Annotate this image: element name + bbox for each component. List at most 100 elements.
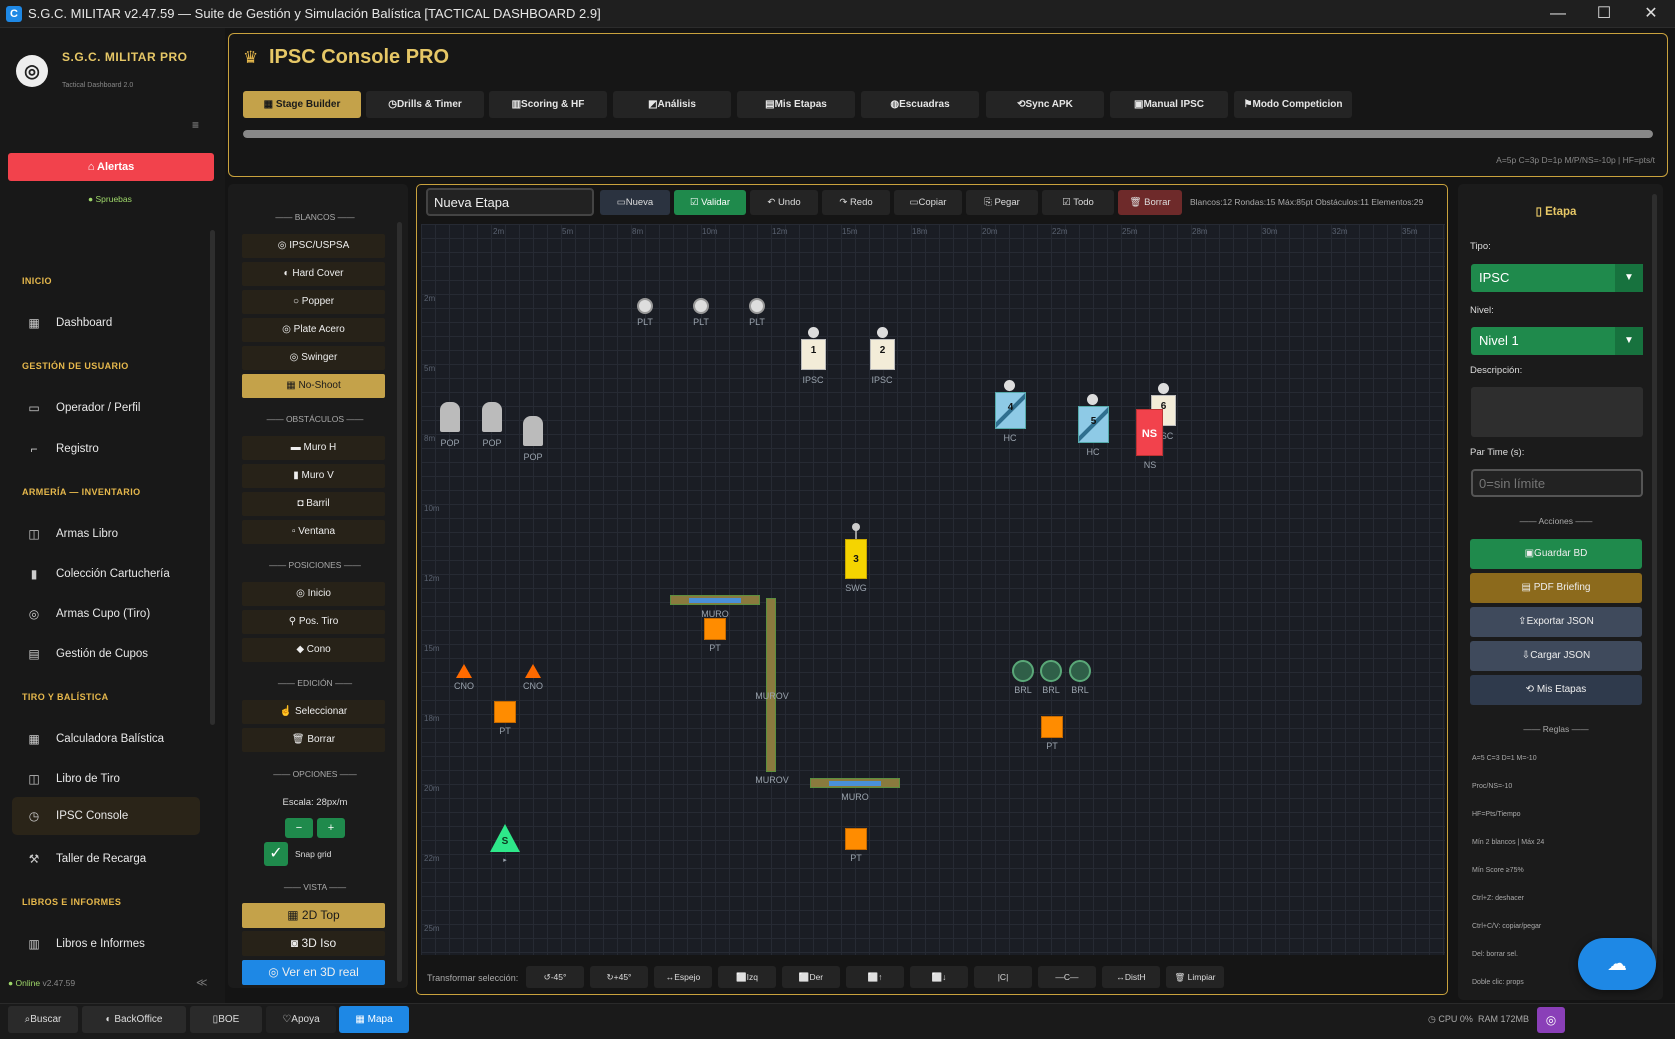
rotate-right-button[interactable]: ↻+45°: [590, 966, 648, 988]
theme-icon[interactable]: ◎: [1537, 1007, 1565, 1033]
tab-analisis[interactable]: ◩Análisis: [613, 91, 731, 118]
palette-muro-v-button[interactable]: ▮ Muro V: [242, 464, 385, 488]
swinger-target[interactable]: 3: [845, 539, 867, 579]
steel-plate-target[interactable]: [749, 298, 765, 314]
tab-mis-etapas[interactable]: ▤Mis Etapas: [737, 91, 855, 118]
palette-borrar-button[interactable]: 🗑 Borrar: [242, 728, 385, 752]
mirror-button[interactable]: ↔Espejo: [654, 966, 712, 988]
nueva-button[interactable]: ▭Nueva: [600, 190, 670, 215]
hard-cover-target[interactable]: 5: [1078, 406, 1109, 443]
sidebar-item-registro[interactable]: ⌐ Registro: [12, 431, 200, 467]
sidebar-item-libro-tiro[interactable]: ◫ Libro de Tiro: [12, 761, 200, 797]
popper-target[interactable]: [482, 402, 502, 432]
barrel-obstacle[interactable]: [1012, 660, 1034, 682]
sidebar-item-calculadora[interactable]: ▦ Calculadora Balística: [12, 721, 200, 757]
align-left-button[interactable]: ⬜Izq: [718, 966, 776, 988]
stage-grid[interactable]: [421, 224, 1445, 955]
apoya-button[interactable]: ♡Apoya: [266, 1006, 336, 1033]
view-2d-top-button[interactable]: ▦ 2D Top: [242, 903, 385, 928]
palette-scrollbar[interactable]: [397, 222, 402, 982]
palette-pos-tiro-button[interactable]: ⚲ Pos. Tiro: [242, 610, 385, 634]
barrel-obstacle[interactable]: [1040, 660, 1062, 682]
steel-plate-target[interactable]: [693, 298, 709, 314]
shooting-position[interactable]: [494, 701, 516, 723]
align-top-button[interactable]: ⬜↑: [846, 966, 904, 988]
tab-scoring-hf[interactable]: ▥Scoring & HF: [489, 91, 607, 118]
palette-ipsc-button[interactable]: ◎ IPSC/USPSA: [242, 234, 385, 258]
mapa-button[interactable]: ▦ Mapa: [339, 1006, 409, 1033]
descripcion-textarea[interactable]: [1471, 387, 1643, 437]
sidebar-item-armas-cupo[interactable]: ◎ Armas Cupo (Tiro): [12, 596, 200, 632]
sidebar-item-ipsc[interactable]: ◷ IPSC Console: [12, 797, 200, 835]
shooting-position[interactable]: [1041, 716, 1063, 738]
align-right-button[interactable]: ⬜Der: [782, 966, 840, 988]
close-button[interactable]: ✕: [1640, 3, 1662, 25]
maximize-button[interactable]: ☐: [1593, 3, 1615, 25]
tab-escuadras[interactable]: ◍Escuadras: [861, 91, 979, 118]
collapse-sidebar-icon[interactable]: ≪: [196, 976, 208, 989]
palette-plate-button[interactable]: ◎ Plate Acero: [242, 318, 385, 342]
zoom-in-button[interactable]: +: [317, 818, 345, 838]
guardar-bd-button[interactable]: ▣Guardar BD: [1470, 539, 1642, 569]
palette-seleccionar-button[interactable]: ☝ Seleccionar: [242, 700, 385, 724]
palette-hard-cover-button[interactable]: ◐ Hard Cover: [242, 262, 385, 286]
ipsc-target[interactable]: 1: [801, 339, 826, 370]
center-vertical-button[interactable]: —C—: [1038, 966, 1096, 988]
pdf-briefing-button[interactable]: ▤ PDF Briefing: [1470, 573, 1642, 603]
barrel-obstacle[interactable]: [1069, 660, 1091, 682]
sidebar-item-gestion-cupos[interactable]: ▤ Gestión de Cupos: [12, 636, 200, 672]
cone-marker[interactable]: [525, 664, 541, 678]
palette-no-shoot-button[interactable]: ▦ No-Shoot: [242, 374, 385, 398]
shooting-position[interactable]: [845, 828, 867, 850]
backoffice-button[interactable]: ◐ BackOffice: [82, 1006, 186, 1033]
sidebar-item-coleccion[interactable]: ▮ Colección Cartuchería: [12, 556, 200, 592]
steel-plate-target[interactable]: [637, 298, 653, 314]
undo-button[interactable]: ↶ Undo: [750, 190, 818, 215]
snap-grid-checkbox[interactable]: ✓: [264, 842, 288, 866]
palette-ventana-button[interactable]: ▫ Ventana: [242, 520, 385, 544]
sidebar-scrollbar[interactable]: [210, 230, 215, 725]
sidebar-item-armas-libro[interactable]: ◫ Armas Libro: [12, 516, 200, 552]
sidebar-item-operador[interactable]: ▭ Operador / Perfil: [12, 390, 200, 426]
todo-button[interactable]: ☑ Todo: [1042, 190, 1114, 215]
minimize-button[interactable]: —: [1547, 3, 1569, 25]
clear-selection-button[interactable]: 🗑 Limpiar: [1166, 966, 1224, 988]
nivel-select[interactable]: Nivel 1 ▼: [1471, 327, 1643, 355]
palette-barril-button[interactable]: ◘ Barril: [242, 492, 385, 516]
palette-swinger-button[interactable]: ◎ Swinger: [242, 346, 385, 370]
distribute-horizontal-button[interactable]: ↔DistH: [1102, 966, 1160, 988]
cone-marker[interactable]: [456, 664, 472, 678]
validar-button[interactable]: ☑ Validar: [674, 190, 746, 215]
tab-manual-ipsc[interactable]: ▣Manual IPSC: [1110, 91, 1228, 118]
borrar-button[interactable]: 🗑 Borrar: [1118, 190, 1182, 215]
palette-inicio-button[interactable]: ◎ Inicio: [242, 582, 385, 606]
alerts-button[interactable]: ⌂ Alertas: [8, 153, 214, 181]
par-time-input[interactable]: [1471, 469, 1643, 497]
popper-target[interactable]: [440, 402, 460, 432]
buscar-button[interactable]: ⌕Buscar: [8, 1006, 78, 1033]
etapa-scrollbar[interactable]: [1652, 194, 1657, 964]
sidebar-item-dashboard[interactable]: ▦ Dashboard: [12, 305, 200, 341]
no-shoot-target[interactable]: NS: [1136, 409, 1163, 456]
redo-button[interactable]: ↷ Redo: [822, 190, 890, 215]
tab-sync-apk[interactable]: ⟲Sync APK: [986, 91, 1104, 118]
view-3d-iso-button[interactable]: ◙ 3D Iso: [242, 931, 385, 956]
wall-vertical[interactable]: [766, 598, 776, 772]
palette-muro-h-button[interactable]: ▬ Muro H: [242, 436, 385, 460]
palette-popper-button[interactable]: ○ Popper: [242, 290, 385, 314]
boe-button[interactable]: ▯BOE: [190, 1006, 262, 1033]
center-horizontal-button[interactable]: |C|: [974, 966, 1032, 988]
menu-icon[interactable]: ≡: [192, 118, 199, 132]
sidebar-item-taller[interactable]: ⚒ Taller de Recarga: [12, 841, 200, 877]
assistant-fab-icon[interactable]: ☁: [1578, 938, 1656, 990]
tipo-select[interactable]: IPSC ▼: [1471, 264, 1643, 292]
tab-stage-builder[interactable]: ▦ Stage Builder: [243, 91, 361, 118]
align-bottom-button[interactable]: ⬜↓: [910, 966, 968, 988]
copiar-button[interactable]: ▭Copiar: [894, 190, 962, 215]
pegar-button[interactable]: ⎘ Pegar: [966, 190, 1038, 215]
ipsc-target[interactable]: 2: [870, 339, 895, 370]
wall-horizontal[interactable]: [810, 778, 900, 788]
palette-cono-button[interactable]: ◆ Cono: [242, 638, 385, 662]
tab-drills-timer[interactable]: ◷Drills & Timer: [366, 91, 484, 118]
mis-etapas-button[interactable]: ⟲ Mis Etapas: [1470, 675, 1642, 705]
